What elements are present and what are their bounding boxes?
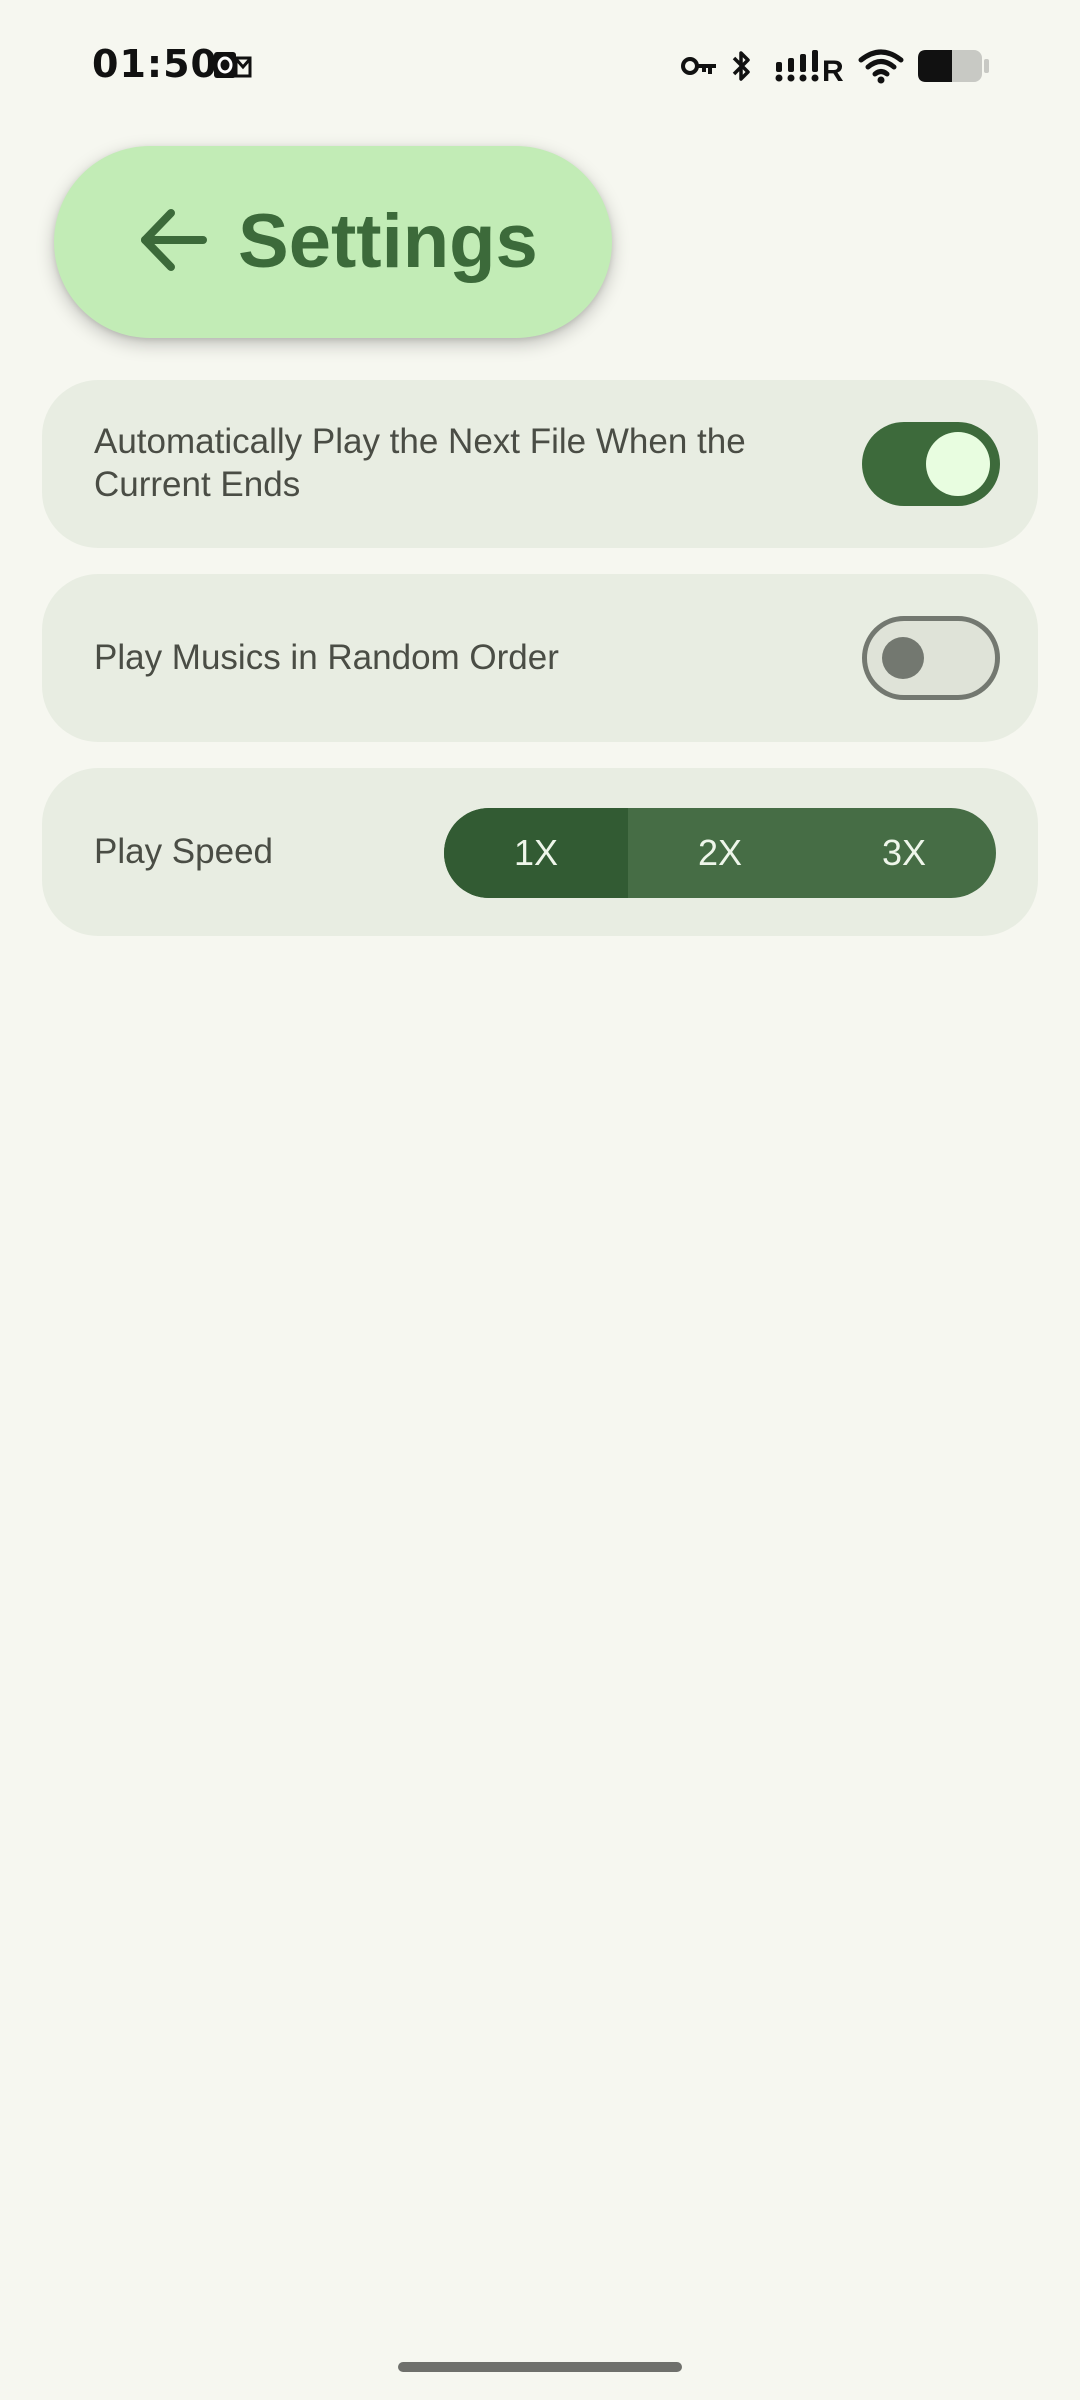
toggle-thumb [926, 432, 990, 496]
page-title: Settings [238, 199, 538, 284]
status-bar: 01:50 R [0, 0, 1080, 130]
toggle-thumb [882, 637, 924, 679]
status-time: 01:50 [92, 42, 218, 86]
wifi-icon [858, 48, 904, 84]
play-speed-selector: 1X 2X 3X [444, 808, 996, 898]
setting-play-speed-label: Play Speed [94, 832, 274, 871]
setting-random-order: Play Musics in Random Order [42, 574, 1038, 742]
svg-text:R: R [822, 55, 844, 84]
outlook-notification-icon [212, 48, 252, 84]
random-order-toggle[interactable] [862, 616, 1000, 700]
speed-option-2x[interactable]: 2X [628, 808, 812, 898]
arrow-left-icon [137, 207, 207, 278]
setting-play-speed: Play Speed 1X 2X 3X [42, 768, 1038, 936]
speed-option-1x[interactable]: 1X [444, 808, 628, 898]
signal-roaming-icon: R [774, 48, 844, 84]
home-indicator[interactable] [398, 2362, 682, 2372]
back-button[interactable] [126, 196, 218, 288]
setting-autoplay-label: Automatically Play the Next File When th… [94, 422, 746, 504]
bluetooth-icon [728, 48, 756, 84]
settings-header: Settings [54, 146, 612, 338]
vpn-key-icon [680, 48, 718, 84]
setting-random-order-label: Play Musics in Random Order [94, 638, 559, 677]
autoplay-toggle[interactable] [862, 422, 1000, 506]
speed-option-3x[interactable]: 3X [812, 808, 996, 898]
battery-icon [918, 48, 990, 84]
setting-autoplay: Automatically Play the Next File When th… [42, 380, 1038, 548]
